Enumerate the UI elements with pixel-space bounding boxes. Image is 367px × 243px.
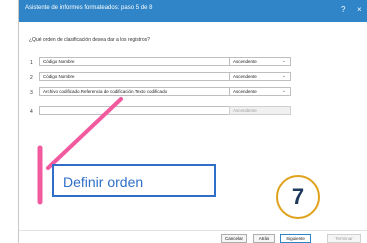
- sort-order-value: Ascendente: [233, 108, 257, 113]
- title-bar: Asistente de informes formateados: paso …: [19, 0, 367, 22]
- sort-order-value: Ascendente: [233, 74, 257, 79]
- sort-order-select[interactable]: Ascendente ⌄: [229, 72, 291, 81]
- help-icon[interactable]: ?: [341, 4, 345, 16]
- chevron-down-icon: ⌄: [281, 58, 286, 64]
- close-icon[interactable]: ×: [357, 4, 362, 16]
- callout-label: Definir orden: [63, 174, 144, 190]
- sort-row-number: 1: [30, 60, 33, 66]
- finish-button: Terminar: [327, 234, 361, 243]
- sort-row-number: 3: [30, 90, 33, 96]
- cancel-button[interactable]: Cancelar: [221, 234, 247, 243]
- chevron-down-icon: ⌄: [281, 73, 286, 79]
- sort-row-number: 4: [30, 109, 33, 115]
- sort-field-value: Código Nombre: [43, 74, 75, 79]
- chevron-down-icon: ⌄: [281, 88, 286, 94]
- next-button[interactable]: Siguiente: [280, 234, 311, 243]
- sort-row-number: 2: [30, 75, 33, 81]
- sort-order-value: Ascendente: [233, 89, 257, 94]
- sort-field-value: Archivo codificado.Referencia de codific…: [43, 89, 168, 94]
- sort-field-value: Código Nombre: [43, 59, 75, 64]
- sort-order-value: Ascendente: [233, 59, 257, 64]
- sort-field-select[interactable]: Código Nombre ⌄: [39, 57, 246, 66]
- callout-box: Definir orden: [52, 164, 216, 197]
- dialog-title: Asistente de informes formateados: paso …: [25, 5, 153, 11]
- sort-field-select[interactable]: Archivo codificado.Referencia de codific…: [39, 87, 246, 96]
- sort-order-select[interactable]: Ascendente ⌄: [229, 87, 291, 96]
- footer-divider: [19, 230, 367, 231]
- step-badge: 7: [276, 175, 320, 219]
- sort-question: ¿Qué orden de clasificación desea dar a …: [29, 37, 150, 43]
- back-button[interactable]: Atrás: [253, 234, 275, 243]
- step-number: 7: [291, 184, 305, 209]
- sort-field-select-empty[interactable]: ⌄: [39, 106, 246, 115]
- sort-field-select[interactable]: Código Nombre ⌄: [39, 72, 246, 81]
- sort-order-select[interactable]: Ascendente ⌄: [229, 57, 291, 66]
- sort-order-select-disabled: Ascendente: [229, 106, 291, 115]
